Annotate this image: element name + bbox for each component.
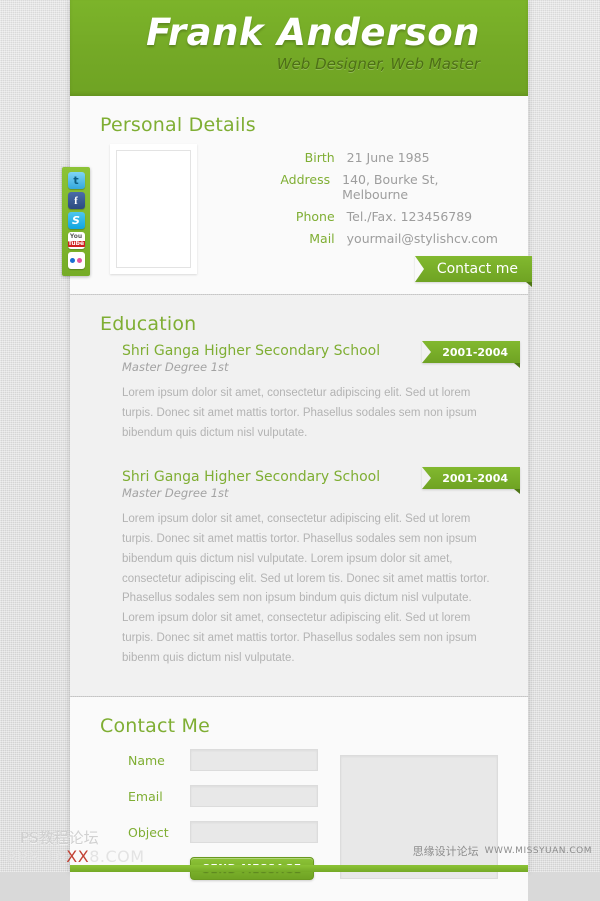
- form-label-name: Name: [128, 752, 165, 768]
- education-year-label: 2001-2004: [442, 345, 508, 359]
- flickr-dot-pink: [77, 258, 82, 263]
- facebook-icon[interactable]: f: [67, 192, 85, 209]
- page-title: Frank Anderson: [146, 11, 480, 54]
- section-personal-details: Personal Details Birth 21 June 1985 Addr…: [70, 96, 533, 294]
- section-title-contact-me: Contact Me: [100, 715, 211, 738]
- email-field[interactable]: [190, 785, 318, 808]
- section-education: Education Shri Ganga Higher Secondary Sc…: [70, 295, 528, 697]
- flickr-dot-blue: [70, 258, 75, 263]
- detail-row-address: Address 140, Bourke St, Melbourne: [263, 172, 498, 202]
- form-row-email: Email: [128, 785, 318, 808]
- header-text-group: Frank Anderson Web Designer, Web Master: [146, 11, 480, 73]
- footer-green-bar: [70, 865, 528, 872]
- education-year-label: 2001-2004: [442, 471, 508, 485]
- object-field[interactable]: [190, 821, 318, 844]
- contact-me-ribbon-label: Contact me: [436, 261, 518, 277]
- avatar-placeholder: [116, 150, 191, 268]
- message-textarea[interactable]: [340, 755, 498, 880]
- youtube-icon[interactable]: You Tube: [67, 232, 85, 249]
- form-row-name: Name: [128, 749, 318, 772]
- twitter-glyph: t: [73, 174, 79, 187]
- twitter-icon[interactable]: t: [67, 172, 85, 189]
- detail-label-address: Address: [280, 172, 331, 187]
- contact-form-fields: Name Email Object SEND MESSAGE: [100, 749, 318, 881]
- personal-details-body: Birth 21 June 1985 Address 140, Bourke S…: [100, 144, 533, 287]
- form-row-object: Object: [128, 821, 318, 844]
- contact-me-ribbon-button[interactable]: Contact me: [414, 256, 533, 287]
- resume-sheet: Frank Anderson Web Designer, Web Master …: [70, 0, 533, 901]
- detail-row-birth: Birth 21 June 1985: [263, 150, 498, 165]
- detail-value-phone: Tel./Fax. 123456789: [346, 209, 473, 224]
- flickr-icon[interactable]: [67, 252, 85, 269]
- education-description: Lorem ipsum dolor sit amet, consectetur …: [122, 387, 477, 439]
- form-label-email: Email: [128, 788, 163, 804]
- detail-row-phone: Phone Tel./Fax. 123456789: [263, 209, 498, 224]
- detail-label-birth: Birth: [304, 150, 335, 165]
- detail-row-mail: Mail yourmail@stylishcv.com: [263, 231, 498, 246]
- education-description: Lorem ipsum dolor sit amet, consectetur …: [122, 513, 490, 664]
- education-year-badge: 2001-2004: [422, 467, 520, 495]
- social-links-rail: t f S You Tube: [62, 167, 90, 276]
- avatar: [110, 144, 197, 274]
- form-label-object: Object: [128, 824, 169, 840]
- youtube-glyph-bottom: Tube: [67, 240, 85, 247]
- detail-value-birth: 21 June 1985: [346, 150, 430, 165]
- detail-value-address: 140, Bourke St, Melbourne: [342, 172, 439, 202]
- education-item: Shri Ganga Higher Secondary School Maste…: [100, 467, 520, 672]
- education-spacer: [100, 447, 498, 469]
- section-title-personal-details: Personal Details: [100, 114, 256, 136]
- detail-label-mail: Mail: [309, 231, 335, 246]
- name-field[interactable]: [190, 749, 318, 772]
- contact-form-body: Name Email Object SEND MESSAGE: [100, 745, 498, 881]
- skype-glyph: S: [72, 214, 80, 227]
- section-title-education: Education: [100, 313, 197, 335]
- header-banner: Frank Anderson Web Designer, Web Master: [70, 0, 528, 96]
- detail-label-phone: Phone: [295, 209, 335, 224]
- facebook-glyph: f: [74, 194, 78, 207]
- header-tagline: Web Designer, Web Master: [276, 54, 480, 73]
- detail-value-mail: yourmail@stylishcv.com: [346, 231, 498, 246]
- education-year-badge: 2001-2004: [422, 341, 520, 368]
- skype-icon[interactable]: S: [67, 212, 85, 229]
- education-item: Shri Ganga Higher Secondary School Maste…: [100, 341, 520, 447]
